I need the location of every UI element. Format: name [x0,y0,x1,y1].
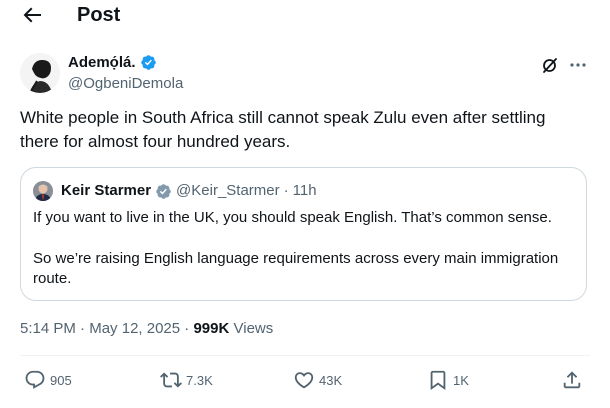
quoted-post-header: Keir Starmer @Keir_Starmer · 11h [61,181,317,201]
post-meta: 5:14 PM · May 12, 2025 · 999K Views [20,319,273,339]
views-label: Views [233,320,274,337]
grok-button[interactable] [540,55,560,75]
like-count: 43K [319,372,343,388]
verified-badge-icon [156,183,171,199]
quoted-avatar-image [33,181,53,201]
views-count: 999K [193,320,230,337]
arrow-left-icon [23,7,41,23]
reply-count: 905 [50,372,72,388]
quoted-post-text-line1: If you want to live in the UK, you shoul… [33,209,552,226]
separator-dot: · [184,320,190,337]
heart-icon [294,372,314,389]
post-time[interactable]: 5:14 PM [20,320,76,337]
avatar[interactable] [20,53,60,93]
divider [20,355,590,356]
author-name[interactable]: Ademọ́lá. [68,53,157,72]
bookmark-button[interactable]: 1K [427,368,469,392]
avatar-image [20,53,60,93]
action-bar: 905 7.3K 43K 1K [0,368,610,392]
bookmark-count: 1K [453,372,469,388]
quoted-post-text-line2: So we’re raising English language requir… [33,250,559,287]
separator-dot: · [283,182,289,199]
post-text: White people in South Africa still canno… [20,108,546,151]
more-options-button[interactable] [568,55,588,75]
back-button[interactable] [20,3,44,27]
author-display-name: Ademọ́lá. [68,54,136,71]
repost-count: 7.3K [186,372,213,388]
quoted-post-time[interactable]: 11h [293,181,317,201]
bookmark-icon [430,370,446,391]
grok-icon [543,58,557,73]
share-button[interactable] [561,369,583,391]
share-icon [563,371,581,389]
repost-icon [160,372,182,388]
post-author: Ademọ́lá. @OgbeniDemola [20,51,590,95]
verified-badge-icon [140,55,156,70]
quoted-avatar[interactable] [33,181,53,201]
separator-dot: · [80,320,86,337]
post-date[interactable]: May 12, 2025 [89,320,180,337]
quoted-post[interactable]: Keir Starmer @Keir_Starmer · 11h If you … [20,167,587,301]
repost-button[interactable]: 7.3K [160,368,213,392]
author-handle[interactable]: @OgbeniDemola [68,74,183,93]
page-title: Post [77,4,121,26]
more-horizontal-icon [570,63,586,67]
like-button[interactable]: 43K [293,368,342,392]
quoted-author-name[interactable]: Keir Starmer [61,181,151,201]
reply-button[interactable]: 905 [24,368,72,392]
top-bar: Post [0,0,610,32]
reply-icon [25,370,45,389]
quoted-author-handle[interactable]: @Keir_Starmer [176,181,280,201]
